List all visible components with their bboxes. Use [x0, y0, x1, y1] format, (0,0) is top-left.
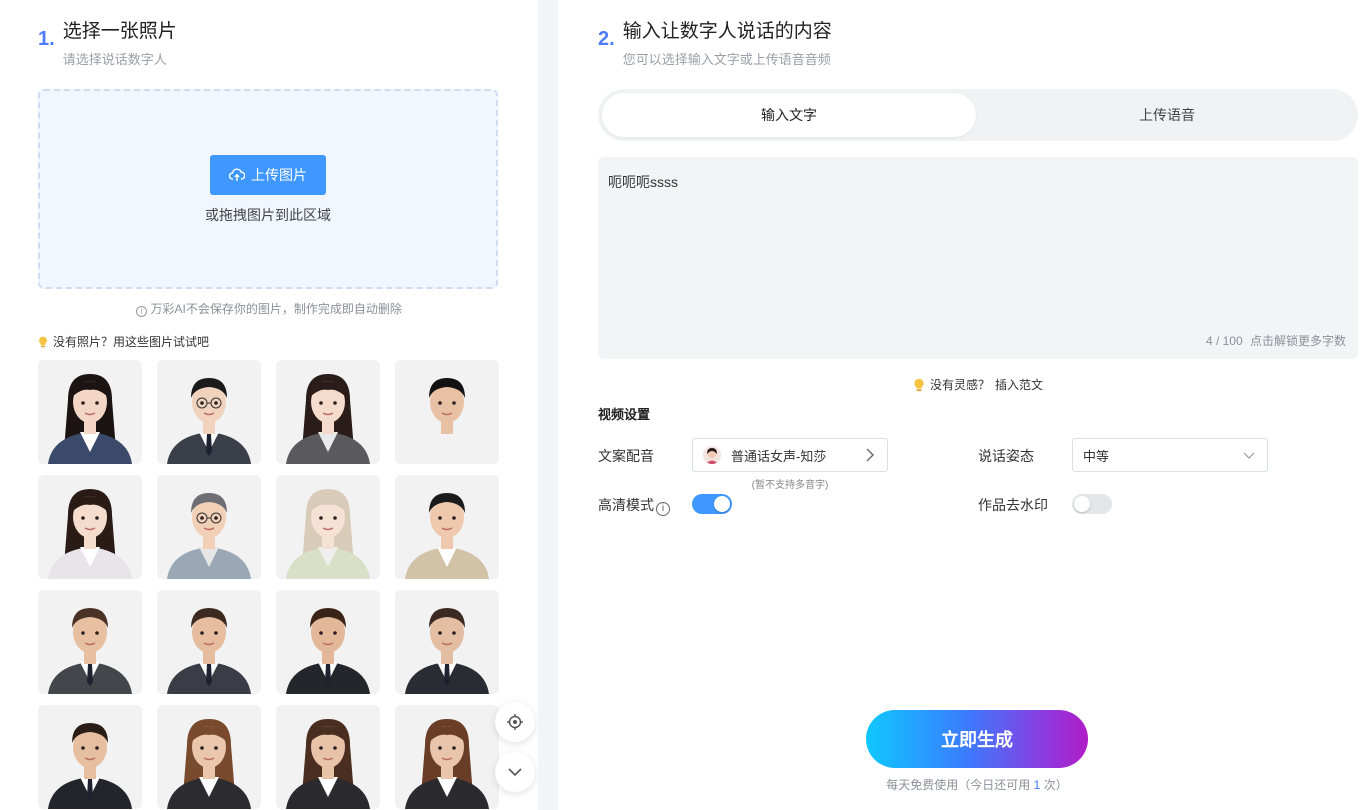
usage-suffix: 次） [1043, 778, 1068, 792]
panel-divider [538, 0, 558, 810]
upload-image-button[interactable]: 上传图片 [210, 155, 326, 195]
sample-avatar[interactable] [276, 360, 380, 464]
insert-sample-text-link[interactable]: 插入范文 [995, 376, 1043, 393]
sample-avatar[interactable] [157, 475, 261, 579]
tab-upload-voice[interactable]: 上传语音 [980, 93, 1354, 137]
sample-avatar-grid [38, 360, 499, 809]
usage-note: 每天免费使用（今日还可用 1 次） [866, 776, 1088, 793]
info-icon[interactable]: i [656, 501, 670, 516]
upload-button-label: 上传图片 [251, 167, 307, 183]
sample-avatar[interactable] [157, 360, 261, 464]
char-count-value: 4 / 100 [1205, 334, 1243, 348]
step-one-subtitle: 请选择说话数字人 [62, 52, 167, 67]
avatar-portrait [38, 590, 142, 694]
speech-text-value: 呃呃呃ssss [608, 174, 678, 190]
sample-avatar[interactable] [38, 705, 142, 809]
sample-avatar[interactable] [276, 705, 380, 809]
locate-icon [507, 714, 523, 730]
sample-photos-label: 没有照片？用这些图片试试吧 [38, 333, 209, 350]
voice-select[interactable]: 普通话女声-知莎 [692, 438, 888, 472]
posture-value: 中等 [1083, 448, 1110, 464]
locate-button[interactable] [495, 702, 535, 742]
toggle-knob [1074, 496, 1090, 512]
avatar-portrait [157, 475, 261, 579]
sample-avatar[interactable] [157, 590, 261, 694]
lightbulb-icon [914, 378, 924, 391]
avatar-portrait [276, 590, 380, 694]
sample-avatar[interactable] [38, 590, 142, 694]
avatar-portrait [157, 705, 261, 809]
sample-photos-label-text: 没有照片？用这些图片试试吧 [53, 335, 210, 349]
remove-watermark-toggle[interactable] [1072, 494, 1112, 514]
posture-select[interactable]: 中等 [1072, 438, 1268, 472]
step-two-subtitle: 您可以选择输入文字或上传语音音频 [622, 52, 831, 67]
avatar-portrait [38, 360, 142, 464]
inspiration-row: 没有灵感？ 插入范文 [598, 376, 1358, 393]
voice-value: 普通话女声-知莎 [731, 448, 827, 464]
sample-avatar[interactable] [395, 360, 499, 464]
input-mode-tabs: 输入文字 上传语音 [598, 89, 1358, 141]
avatar-portrait [395, 360, 499, 464]
chevron-right-icon [866, 448, 874, 462]
voice-avatar [703, 446, 721, 464]
voice-label: 文案配音 [598, 448, 654, 464]
step-one-title: 选择一张照片 [62, 21, 177, 42]
avatar-portrait [395, 590, 499, 694]
toggle-knob [714, 496, 730, 512]
generate-button[interactable]: 立即生成 [866, 710, 1088, 768]
avatar-portrait [395, 705, 499, 809]
avatar-portrait [276, 475, 380, 579]
privacy-note-text: 万彩AI不会保存你的图片，制作完成即自动删除 [150, 302, 402, 316]
sample-avatar[interactable] [38, 360, 142, 464]
step-two-number: 2. [598, 28, 615, 50]
usage-count: 1 [1033, 778, 1041, 792]
voice-note: (暂不支持多音字) [751, 480, 829, 491]
sample-avatar[interactable] [395, 475, 499, 579]
sample-avatar[interactable] [395, 705, 499, 809]
step-two-header: 2. 输入让数字人说话的内容 您可以选择输入文字或上传语音音频 [598, 20, 832, 68]
hd-mode-label: 高清模式 i [598, 495, 670, 516]
watermark-label: 作品去水印 [978, 497, 1048, 513]
inspiration-text: 没有灵感？ [929, 378, 990, 392]
left-panel: 1. 选择一张照片 请选择说话数字人 上传图片 或拖拽图片到此区域 i 万彩AI… [0, 0, 538, 810]
video-settings-title: 视频设置 [598, 407, 651, 422]
usage-prefix: 每天免费使用（今日还可用 [886, 778, 1031, 792]
avatar-portrait [276, 360, 380, 464]
sample-avatar[interactable] [157, 705, 261, 809]
scroll-down-button[interactable] [495, 752, 535, 792]
privacy-note: i 万彩AI不会保存你的图片，制作完成即自动删除 [38, 300, 498, 317]
tab-input-text[interactable]: 输入文字 [602, 93, 976, 137]
avatar-portrait [276, 705, 380, 809]
sample-avatar[interactable] [38, 475, 142, 579]
upload-dropzone[interactable]: 上传图片 或拖拽图片到此区域 [38, 89, 498, 289]
speech-text-input[interactable]: 呃呃呃ssss 4 / 100 点击解锁更多字数 [598, 157, 1358, 359]
upload-hint-text: 或拖拽图片到此区域 [205, 207, 331, 223]
chevron-down-icon [508, 768, 522, 777]
step-two-title: 输入让数字人说话的内容 [622, 21, 832, 42]
posture-label: 说话姿态 [978, 448, 1034, 464]
hd-mode-toggle[interactable] [692, 494, 732, 514]
step-one-header: 1. 选择一张照片 请选择说话数字人 [38, 20, 177, 68]
unlock-more-chars-link[interactable]: 点击解锁更多字数 [1250, 334, 1346, 348]
sample-avatar[interactable] [276, 475, 380, 579]
avatar-portrait [157, 360, 261, 464]
sample-avatar[interactable] [395, 590, 499, 694]
right-panel: 2. 输入让数字人说话的内容 您可以选择输入文字或上传语音音频 输入文字 上传语… [558, 0, 1371, 810]
step-one-number: 1. [38, 28, 55, 50]
avatar-portrait [157, 590, 261, 694]
sample-avatar[interactable] [276, 590, 380, 694]
char-count: 4 / 100 点击解锁更多字数 [1206, 332, 1346, 349]
avatar-portrait [395, 475, 499, 579]
lightbulb-icon [39, 336, 47, 347]
avatar-portrait [38, 705, 142, 809]
chevron-down-icon [1243, 452, 1255, 459]
avatar-portrait [38, 475, 142, 579]
upload-cloud-icon [229, 168, 245, 181]
info-icon: i [136, 306, 148, 317]
hd-mode-label-text: 高清模式 [598, 497, 654, 513]
